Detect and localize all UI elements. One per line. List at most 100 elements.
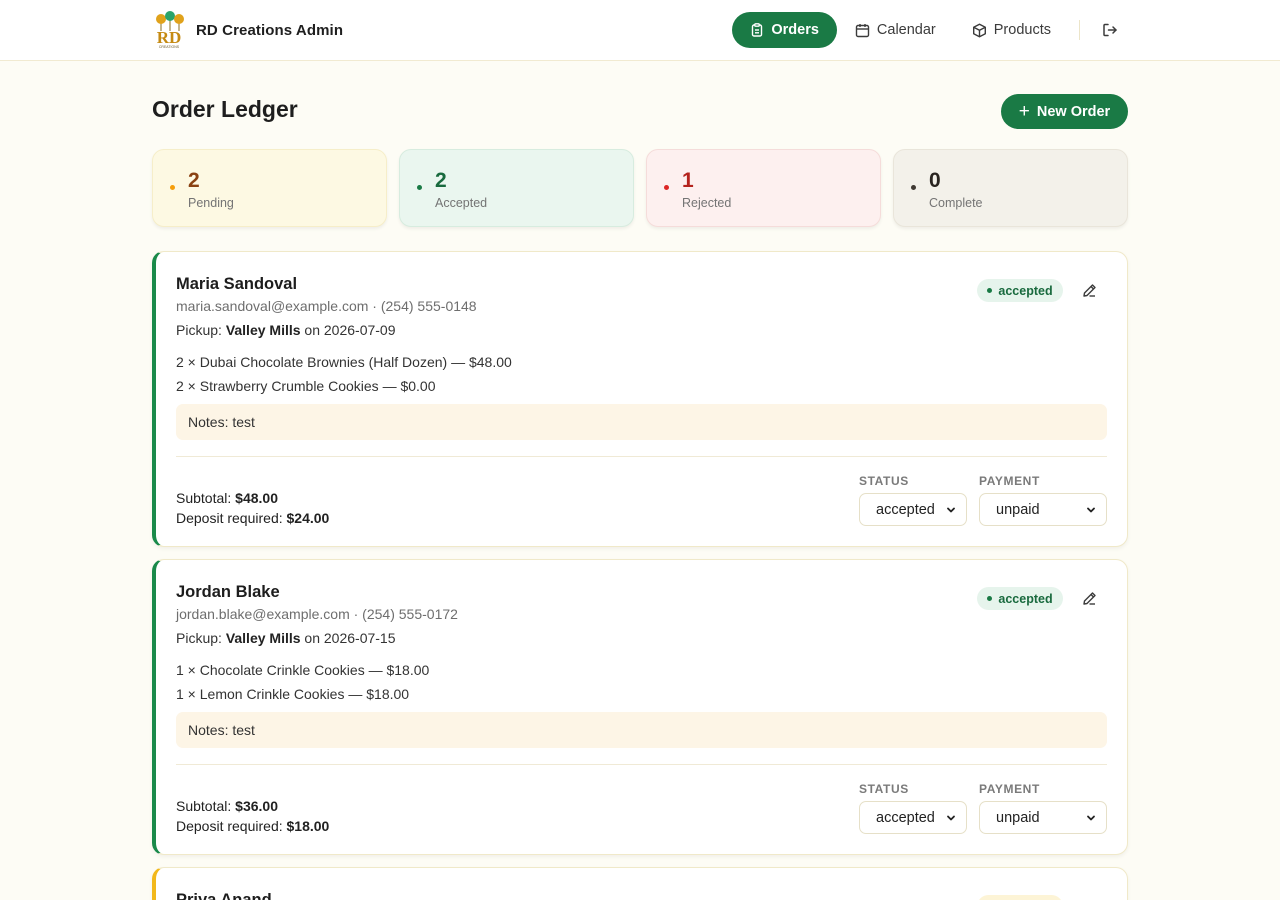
order-totals: Subtotal: $36.00 Deposit required: $18.0… [176,796,329,836]
customer-name: Jordan Blake [176,583,280,601]
subtotal-value: $48.00 [235,490,278,506]
order-card: Jordan Blake jordan.blake@example.com · … [152,559,1128,855]
payment-select-value: unpaid [996,809,1040,826]
logo-subtext: CREATIONS [159,45,180,49]
stat-complete[interactable]: 0 Complete [893,149,1128,227]
badge-dot-icon [987,596,993,601]
stat-label: Complete [929,196,983,210]
status-select[interactable]: accepted [859,801,967,834]
payment-label: PAYMENT [979,474,1040,488]
nav-orders[interactable]: Orders [732,12,837,48]
status-label: STATUS [859,474,909,488]
payment-label: PAYMENT [979,782,1040,796]
badge-label: accepted [998,591,1053,606]
rejected-dot-icon [664,185,669,190]
deposit-value: $24.00 [286,510,330,526]
pencil-icon [1082,591,1096,605]
payment-select-value: unpaid [996,501,1040,518]
pickup-info: Pickup: Valley Mills on 2026-07-15 [176,630,396,646]
stat-pending[interactable]: 2 Pending [152,149,387,227]
payment-select[interactable]: unpaid [979,801,1107,834]
deposit-label: Deposit required: [176,510,283,526]
chevron-down-icon [947,507,955,513]
complete-dot-icon [911,185,916,190]
calendar-icon [855,23,870,37]
stat-count: 1 [682,169,694,192]
stat-label: Rejected [682,196,732,210]
customer-name: Maria Sandoval [176,275,298,293]
pickup-date: 2026-07-15 [323,630,396,646]
top-bar: RD CREATIONS RD Creations Admin Orders C… [0,0,1280,61]
nav-divider [1079,20,1080,40]
deposit-value: $18.00 [286,818,330,834]
stat-rejected[interactable]: 1 Rejected [646,149,881,227]
stat-label: Accepted [435,196,488,210]
logout-button[interactable] [1092,12,1128,48]
status-select[interactable]: accepted [859,493,967,526]
status-badge: accepted [977,587,1063,610]
stat-label: Pending [188,196,234,210]
nav-calendar-label: Calendar [876,22,936,38]
status-badge: accepted [977,279,1063,302]
stat-count: 2 [188,169,200,192]
status-label: STATUS [859,782,909,796]
order-notes: Notes: test [176,404,1107,440]
app-title: RD Creations Admin [196,21,344,39]
divider [176,764,1107,765]
status-select-value: accepted [876,809,935,826]
payment-select[interactable]: unpaid [979,493,1107,526]
order-item: 1 × Lemon Crinkle Cookies — $18.00 [176,686,410,702]
subtotal-label: Subtotal: [176,798,232,814]
pickup-info: Pickup: Valley Mills on 2026-07-09 [176,322,396,338]
pickup-label: Pickup: [176,322,222,338]
nav-orders-label: Orders [771,22,819,38]
chevron-down-icon [1087,815,1095,821]
subtotal-label: Subtotal: [176,490,232,506]
clipboard-icon [752,23,763,37]
pickup-date: 2026-07-09 [323,322,396,338]
order-card: Maria Sandoval maria.sandoval@example.co… [152,251,1128,547]
badge-label: accepted [998,283,1053,298]
page-title: Order Ledger [152,96,298,122]
stat-accepted[interactable]: 2 Accepted [399,149,634,227]
order-item: 1 × Chocolate Crinkle Cookies — $18.00 [176,662,430,678]
divider [176,456,1107,457]
stat-count: 0 [929,169,941,192]
logout-icon [1103,23,1117,37]
nav-calendar[interactable]: Calendar [837,12,954,48]
pickup-on: on [304,322,320,338]
status-badge [977,895,1063,900]
badge-dot-icon [987,288,993,293]
stat-count: 2 [435,169,447,192]
order-items: 2 × Dubai Chocolate Brownies (Half Dozen… [176,354,512,402]
nav-products-label: Products [993,22,1051,38]
main-nav: Orders Calendar Products [732,12,1128,48]
customer-contact: maria.sandoval@example.com · (254) 555-0… [176,298,477,314]
pickup-location: Valley Mills [225,630,301,646]
pickup-on: on [304,630,320,646]
order-item: 2 × Strawberry Crumble Cookies — $0.00 [176,378,436,394]
customer-name: Priya Anand [176,891,272,900]
order-notes: Notes: test [176,712,1107,748]
pencil-icon [1082,283,1096,297]
status-select-value: accepted [876,501,935,518]
stats-row: 2 Pending 2 Accepted 1 Rejected 0 Comple… [152,149,1128,227]
box-icon [972,23,986,37]
plus-icon: + [1018,101,1030,122]
new-order-label: New Order [1036,103,1111,120]
logo: RD CREATIONS [152,11,186,49]
order-item: 2 × Dubai Chocolate Brownies (Half Dozen… [176,354,512,370]
pending-dot-icon [170,185,175,190]
deposit-label: Deposit required: [176,818,283,834]
brand[interactable]: RD CREATIONS RD Creations Admin [152,11,343,49]
new-order-button[interactable]: + New Order [1001,94,1128,129]
nav-products[interactable]: Products [954,12,1069,48]
customer-contact: jordan.blake@example.com · (254) 555-017… [176,606,458,622]
edit-order-button[interactable] [1077,278,1101,302]
pickup-location: Valley Mills [225,322,301,338]
chevron-down-icon [947,815,955,821]
pickup-label: Pickup: [176,630,222,646]
order-items: 1 × Chocolate Crinkle Cookies — $18.00 1… [176,662,429,710]
edit-order-button[interactable] [1077,586,1101,610]
order-totals: Subtotal: $48.00 Deposit required: $24.0… [176,488,329,528]
